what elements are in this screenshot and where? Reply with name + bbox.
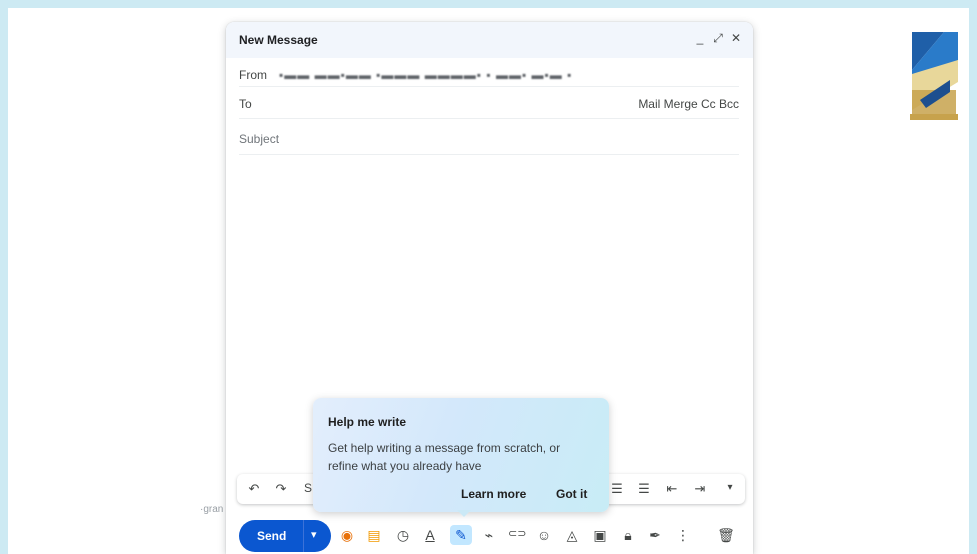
from-row[interactable]: From ▪▬▬ ▬▬▪▬▬ ▪▬▬▬ ▬▬▬▬▪ ▪ ▬▬▪ ▬▪▬ ▪ (239, 68, 739, 82)
help-me-write-popup: Help me write Get help writing a message… (313, 398, 609, 517)
popup-body: Get help writing a message from scratch,… (328, 441, 561, 473)
trash-icon[interactable]: 🗑︎ (717, 527, 735, 544)
send-button[interactable]: Send ▾ (239, 520, 331, 552)
divider (239, 118, 739, 119)
divider (239, 154, 739, 155)
attach-icon[interactable]: ⌁ (480, 527, 498, 544)
send-label: Send (257, 529, 287, 543)
redo-icon[interactable]: ↷ (274, 481, 288, 497)
to-label: To (239, 97, 252, 111)
compose-title: New Message (239, 33, 318, 47)
send-options-icon[interactable]: ▾ (311, 528, 317, 541)
confidential-lock-icon[interactable]: 🔒︎ (619, 527, 637, 544)
expand-icon[interactable]: ⤢ (713, 31, 723, 46)
undo-icon[interactable]: ↶ (247, 481, 261, 497)
tracking-eye-icon[interactable]: ◉ (338, 527, 356, 544)
learn-more-link[interactable]: Learn more (461, 487, 526, 501)
more-options-icon[interactable]: ⋮ (674, 527, 692, 544)
bulleted-list-icon[interactable]: ☰ (610, 481, 624, 497)
text-color-icon[interactable]: A (421, 527, 439, 543)
compose-bottom-toolbar: Send ▾ ◉ ▤ ◷ A ✎ ⌁ ⊂⊃ ☺ ◬ ▣ 🔒︎ ✒ ⋮ 🗑︎ (237, 520, 745, 554)
subject-input[interactable]: Subject (239, 132, 739, 146)
link-icon[interactable]: ⊂⊃ (508, 527, 526, 540)
popup-caret (457, 510, 471, 517)
divider (239, 86, 739, 87)
brand-logo (910, 32, 958, 120)
popup-title: Help me write (328, 415, 407, 429)
close-icon[interactable]: ✕ (731, 31, 741, 46)
got-it-button[interactable]: Got it (556, 487, 587, 501)
indent-less-icon[interactable]: ⇤ (665, 481, 679, 497)
send-divider (303, 520, 304, 552)
numbered-list-icon[interactable]: ☰ (637, 481, 651, 497)
schedule-icon[interactable]: ◷ (394, 527, 412, 544)
photo-icon[interactable]: ▣ (591, 527, 609, 544)
from-address-redacted[interactable]: ▪▬▬ ▬▬▪▬▬ ▪▬▬▬ ▬▬▬▬▪ ▪ ▬▬▪ ▬▪▬ ▪ (279, 68, 572, 82)
template-icon[interactable]: ▤ (365, 527, 383, 544)
drive-icon[interactable]: ◬ (563, 527, 581, 544)
background-partial-text: ·gran (200, 504, 224, 515)
compose-header: New Message _ ⤢ ✕ (226, 22, 753, 58)
help-me-write-icon[interactable]: ✎ (450, 525, 472, 545)
cc-bcc-links[interactable]: Mail Merge Cc Bcc (638, 97, 739, 111)
signature-icon[interactable]: ✒ (646, 527, 664, 544)
more-formatting-icon[interactable]: ▾ (723, 482, 737, 493)
minimize-icon[interactable]: _ (695, 31, 705, 46)
from-label: From (239, 68, 267, 82)
indent-more-icon[interactable]: ⇥ (693, 481, 707, 497)
to-field[interactable]: To Mail Merge Cc Bcc (239, 97, 739, 111)
emoji-icon[interactable]: ☺ (535, 527, 553, 543)
